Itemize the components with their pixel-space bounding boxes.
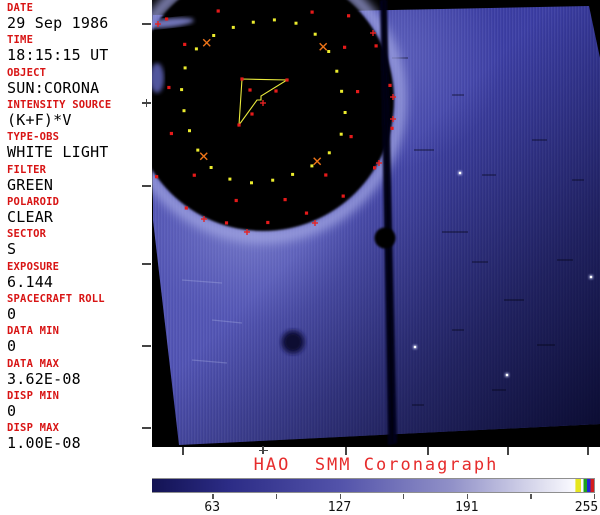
metadata-field-data-max: DATA MAX 3.62E-08 [0,357,152,391]
left-frame-tick [142,263,151,265]
field-label-filter: FILTER [7,163,47,176]
colorbar-label-255: 255 [574,500,599,515]
bottom-frame-tick [507,447,509,455]
field-value-date: 29 Sep 1986 [7,14,109,32]
field-value-type-obs: WHITE LIGHT [7,143,109,162]
colorbar-tick [466,493,469,499]
metadata-field-list: DATE 29 Sep 1986 TIME 18:15:15 UT OBJECT SUN:… [0,0,152,456]
metadata-sidebar: DATE 29 Sep 1986 TIME 18:15:15 UT OBJECT SUN:… [0,0,152,512]
field-value-intensity-source: (K+F)*V [7,110,72,129]
field-value-spacecraft-roll: 0 [7,304,17,323]
field-label-date: DATE [7,2,34,14]
dark-spot [281,330,305,354]
smm-coronagraph-viewer: { "window": { "width": 600, "height": 51… [0,0,600,515]
metadata-field-exposure: EXPOSURE 6.144 [0,260,152,294]
colorbar-label-191: 191 [455,500,479,515]
field-value-data-min: 0 [7,337,17,356]
bottom-frame-tick [182,447,184,455]
field-label-object: OBJECT [7,66,47,79]
field-value-object: SUN:CORONA [7,78,100,97]
field-label-type-obs: TYPE-OBS [7,131,60,144]
metadata-field-intensity-source: INTENSITY SOURCE (K+F)*V [0,98,152,132]
field-label-intensity-source: INTENSITY SOURCE [7,98,112,111]
field-label-spacecraft-roll: SPACECRAFT ROLL [7,292,105,305]
pylon-occulter-ball [374,227,396,249]
field-label-disp-min: DISP MIN [7,389,60,402]
field-value-exposure: 6.144 [7,272,54,291]
colorbar-tick [212,493,214,499]
metadata-field-data-min: DATA MIN 0 [0,326,152,358]
metadata-field-time: TIME 18:15:15 UT [0,35,152,67]
colorbar-tick [594,493,596,499]
metadata-field-polaroid: POLAROID CLEAR [0,195,152,229]
metadata-field-spacecraft-roll: SPACECRAFT ROLL 0 [0,292,152,326]
bottom-frame-tick [427,447,429,455]
metadata-field-sector: SECTOR S [0,229,152,261]
left-frame-tick [142,23,151,25]
field-value-sector: S [7,240,17,259]
colorbar-tick [403,493,405,499]
left-frame-plus [145,98,148,107]
field-value-time: 18:15:15 UT [7,46,109,65]
metadata-field-type-obs: TYPE-OBS WHITE LIGHT [0,132,152,164]
left-frame-tick [142,345,151,347]
field-label-exposure: EXPOSURE [7,260,60,273]
bottom-frame-plus [262,446,264,454]
colorbar-tick [339,493,341,499]
bottom-frame-tick [345,447,347,455]
metadata-field-date: DATE 29 Sep 1986 [0,3,152,35]
field-label-data-min: DATA MIN [7,325,60,338]
bottom-frame-tick [587,447,589,455]
field-label-polaroid: POLAROID [7,195,60,208]
metadata-field-object: OBJECT SUN:CORONA [0,66,152,100]
field-label-disp-max: DISP MAX [7,422,60,435]
colorbar-label-63: 63 [204,500,221,515]
field-value-filter: GREEN [7,175,54,194]
coronagraph-image [152,0,600,447]
intensity-colorbar [86,478,595,493]
metadata-field-filter: FILTER GREEN [0,163,152,197]
metadata-field-disp-min: DISP MIN 0 [0,389,152,423]
field-label-data-max: DATA MAX [7,357,60,370]
coronagraph-image-panel [152,0,600,447]
field-label-time: TIME [7,34,34,47]
field-value-disp-max: 1.00E-08 [7,434,81,453]
colorbar-tick [275,493,278,499]
image-title: HAO SMM Coronagraph [253,455,499,475]
field-value-data-max: 3.62E-08 [7,369,81,388]
metadata-field-disp-max: DISP MAX 1.00E-08 [0,423,152,455]
field-value-polaroid: CLEAR [7,207,54,226]
field-value-disp-min: 0 [7,401,17,420]
left-frame-tick [142,427,151,429]
colorbar-tick [530,493,532,499]
field-label-sector: SECTOR [7,228,47,241]
left-frame-tick [142,185,151,187]
colorbar-label-127: 127 [327,500,352,515]
